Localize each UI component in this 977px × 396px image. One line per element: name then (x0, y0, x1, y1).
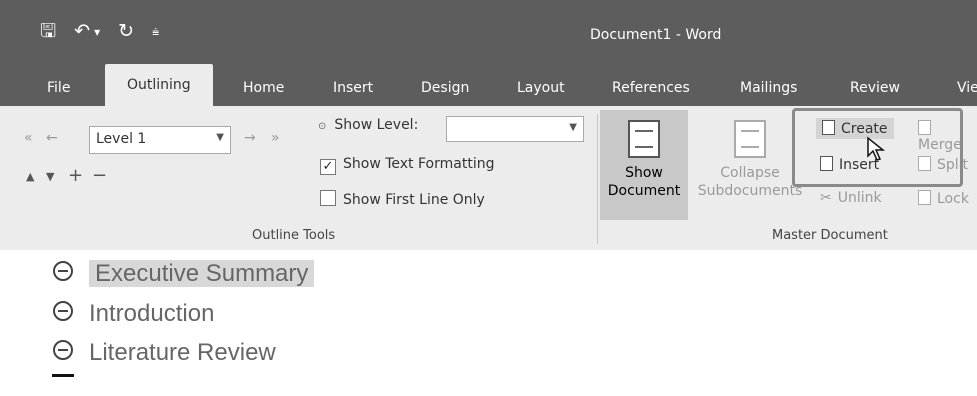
text-cursor-marker (52, 374, 74, 377)
window-title: Document1 - Word (590, 27, 722, 43)
show-level-icon: ⊙ (318, 121, 327, 132)
heading-text: Introduction (89, 300, 215, 327)
tab-outlining[interactable]: Outlining (105, 64, 213, 106)
expand-icon[interactable]: + (68, 165, 83, 186)
unlink-icon: ✂ (820, 190, 832, 206)
show-first-line-only-checkbox[interactable]: Show First Line Only (320, 190, 485, 208)
show-level-label: ⊙ Show Level: (318, 117, 419, 133)
show-level-select[interactable]: ▼ (446, 116, 584, 142)
show-document-button[interactable]: Show Document (600, 110, 688, 220)
tab-file[interactable]: File (47, 70, 70, 106)
outline-level-value: Level 1 (96, 131, 147, 147)
collapse-circle-icon[interactable] (53, 340, 73, 360)
chevron-down-icon: ▼ (569, 122, 577, 133)
tab-layout[interactable]: Layout (517, 70, 565, 106)
collapse-circle-icon[interactable] (53, 301, 73, 321)
lock-document-button[interactable]: Lock (918, 190, 969, 207)
unlink-button[interactable]: ✂ Unlink (820, 190, 882, 206)
master-document-group-label: Master Document (772, 228, 888, 243)
move-up-icon[interactable]: ▲ (26, 170, 34, 183)
promote-to-heading-icon[interactable]: « (24, 130, 33, 146)
collapse-circle-icon[interactable] (53, 261, 73, 281)
outline-heading[interactable]: Introduction (53, 300, 214, 328)
document-area[interactable]: Executive Summary Introduction Literatur… (0, 250, 977, 396)
save-icon[interactable]: 🖫 (40, 22, 56, 41)
move-down-icon[interactable]: ▼ (46, 170, 54, 183)
collapse-document-icon (734, 120, 766, 158)
lock-icon (918, 190, 931, 205)
tab-insert[interactable]: Insert (333, 70, 373, 106)
undo-dropdown-icon[interactable]: ▾ (94, 26, 100, 38)
outline-heading[interactable]: Literature Review (53, 339, 276, 367)
ribbon-tabs: File Outlining Home Insert Design Layout… (0, 64, 977, 106)
document-icon (628, 120, 660, 158)
tab-home[interactable]: Home (243, 70, 284, 106)
tab-references[interactable]: References (612, 70, 690, 106)
tab-design[interactable]: Design (421, 70, 469, 106)
show-document-label-line1: Show (625, 165, 663, 181)
redo-icon[interactable]: ↻ (118, 22, 134, 41)
heading-text: Literature Review (89, 339, 276, 366)
checkbox-box (320, 190, 336, 206)
check-icon: ✓ (320, 159, 336, 175)
tab-view[interactable]: View (957, 70, 977, 106)
outline-heading[interactable]: Executive Summary (53, 260, 315, 288)
collapse-icon[interactable]: − (92, 165, 107, 186)
group-divider (597, 114, 598, 244)
quick-access-toolbar: 🖫 ↶ ▾ ↻ ⩧ (40, 22, 159, 41)
show-text-formatting-checkbox[interactable]: ✓ Show Text Formatting (320, 156, 494, 175)
demote-to-body-icon[interactable]: » (271, 130, 280, 146)
mouse-cursor-icon (867, 136, 886, 161)
chevron-down-icon: ▼ (216, 132, 224, 143)
show-document-label-line2: Document (607, 183, 681, 199)
promote-icon[interactable]: ← (46, 130, 58, 146)
title-bar: 🖫 ↶ ▾ ↻ ⩧ Document1 - Word (0, 0, 977, 70)
outline-tools-group-label: Outline Tools (252, 228, 336, 243)
demote-icon[interactable]: → (244, 130, 256, 146)
undo-icon[interactable]: ↶ (74, 22, 90, 41)
tab-mailings[interactable]: Mailings (740, 70, 797, 106)
tab-review[interactable]: Review (850, 70, 900, 106)
customize-qat-icon[interactable]: ⩧ (152, 26, 159, 38)
heading-text: Executive Summary (89, 260, 315, 287)
outline-level-select[interactable]: Level 1 ▼ (89, 126, 231, 154)
